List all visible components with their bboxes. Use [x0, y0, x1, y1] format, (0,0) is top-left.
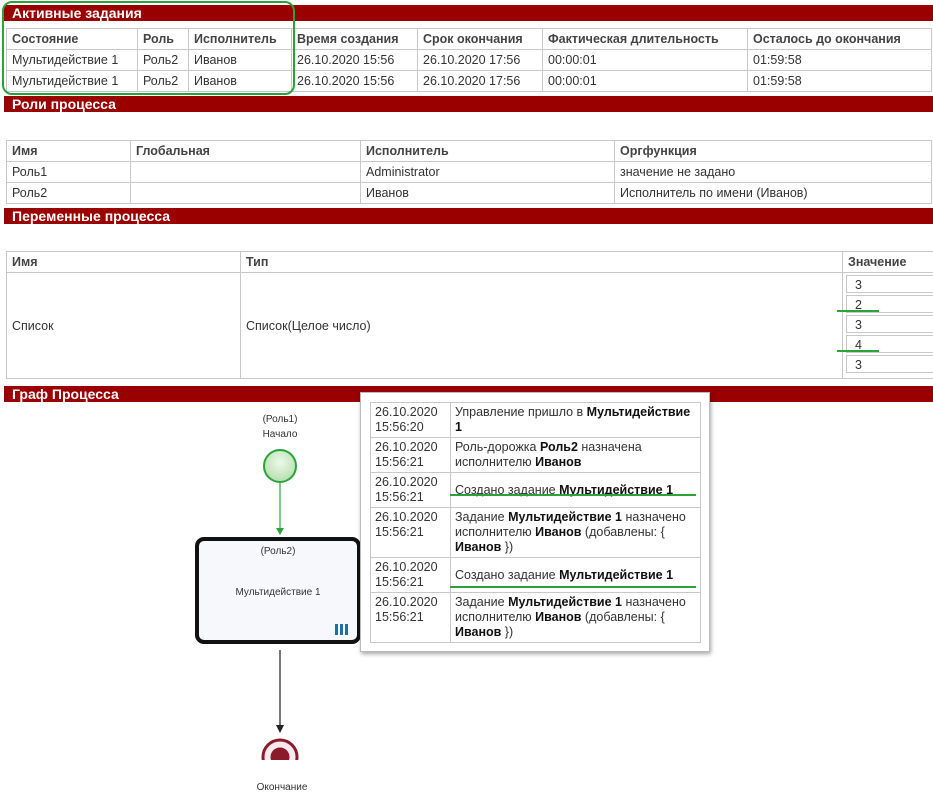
list-item[interactable]: 3	[846, 315, 933, 333]
task-role-label: (Роль2)	[260, 546, 296, 557]
roles-header: Роли процесса	[4, 96, 933, 112]
roles-table: Имя Глобальная Исполнитель Оргфункция Ро…	[6, 140, 932, 204]
history-bold: Роль2	[539, 440, 578, 454]
table-row: 26.10.2020 15:56:21 Задание Мультидействи…	[370, 507, 701, 558]
table-row[interactable]: Роль2 Иванов Исполнитель по имени (Ивано…	[6, 182, 932, 204]
variables-header: Переменные процесса	[4, 208, 933, 224]
annotation-underline	[837, 310, 879, 312]
history-text: (добавлены: {	[581, 525, 665, 539]
table-header-row: Имя Тип Значение	[6, 251, 933, 273]
column-header[interactable]: Время создания	[291, 28, 418, 50]
column-header[interactable]: Значение	[842, 251, 933, 273]
variables-table: Имя Тип Значение Список Список(Целое чис…	[6, 251, 933, 379]
role-executor: Administrator	[360, 161, 615, 183]
multi-instance-icon	[335, 624, 349, 635]
list-item[interactable]: 3	[846, 355, 933, 373]
column-header[interactable]: Осталось до окончания	[747, 28, 932, 50]
task-deadline: 26.10.2020 17:56	[417, 70, 543, 92]
annotation-underline	[450, 586, 696, 588]
task-duration: 00:00:01	[542, 70, 748, 92]
start-event-icon[interactable]	[263, 449, 297, 483]
history-date: 26.10.2020	[375, 405, 438, 419]
history-date: 26.10.2020	[375, 475, 438, 489]
history-bold: Иванов	[535, 455, 582, 469]
table-row: 26.10.2020 15:56:20 Управление пришло в М…	[370, 402, 701, 438]
history-time: 15:56:21	[375, 455, 424, 469]
variable-values: 3 2 3 4 3	[842, 272, 933, 379]
history-time: 15:56:21	[375, 525, 424, 539]
task-deadline: 26.10.2020 17:56	[417, 49, 543, 71]
history-date: 26.10.2020	[375, 595, 438, 609]
column-header[interactable]: Тип	[240, 251, 843, 273]
column-header[interactable]: Срок окончания	[417, 28, 543, 50]
table-row: 26.10.2020 15:56:21 Роль-дорожка Роль2 на…	[370, 437, 701, 473]
history-date: 26.10.2020	[375, 510, 438, 524]
history-tooltip: 26.10.2020 15:56:20 Управление пришло в М…	[360, 392, 710, 652]
history-bold: Иванов	[535, 610, 582, 624]
variable-type: Список(Целое число)	[240, 272, 843, 379]
role-name: Роль1	[6, 161, 131, 183]
role-executor: Иванов	[360, 182, 615, 204]
table-row: 26.10.2020 15:56:21 Создано задание Мульт…	[370, 472, 701, 508]
table-header-row: Имя Глобальная Исполнитель Оргфункция	[6, 140, 932, 162]
table-row: 26.10.2020 15:56:21 Задание Мультидействи…	[370, 592, 701, 643]
history-time: 15:56:20	[375, 420, 424, 434]
multi-action-task-node[interactable]: (Роль2) Мультидействие 1	[195, 537, 361, 644]
arrow-head-icon	[276, 528, 284, 535]
end-label: Окончание	[256, 782, 308, 793]
role-global	[130, 182, 361, 204]
annotation-underline	[450, 494, 696, 496]
history-text: (добавлены: {	[581, 610, 665, 624]
start-role-label: (Роль1)	[262, 414, 298, 425]
column-header[interactable]: Имя	[6, 140, 131, 162]
variable-name: Список	[6, 272, 241, 379]
history-bold: Иванов	[455, 625, 502, 639]
task-remaining: 01:59:58	[747, 49, 932, 71]
history-text: Задание	[455, 595, 509, 609]
table-row[interactable]: Роль1 Administrator значение не задано	[6, 161, 932, 183]
column-header[interactable]: Оргфункция	[614, 140, 932, 162]
history-time: 15:56:21	[375, 490, 424, 504]
history-table: 26.10.2020 15:56:20 Управление пришло в М…	[370, 402, 701, 643]
column-header[interactable]: Исполнитель	[360, 140, 615, 162]
role-orgfunction: значение не задано	[614, 161, 932, 183]
list-item[interactable]: 3	[846, 275, 933, 293]
history-text: Задание	[455, 510, 509, 524]
history-time: 15:56:21	[375, 575, 424, 589]
role-global	[130, 161, 361, 183]
table-row[interactable]: Список Список(Целое число) 3 2 3 4 3	[6, 272, 933, 379]
history-bold: Иванов	[535, 525, 582, 539]
task-label: Мультидействие 1	[235, 587, 321, 598]
history-date: 26.10.2020	[375, 440, 438, 454]
column-header[interactable]: Глобальная	[130, 140, 361, 162]
history-bold: Мультидействие 1	[559, 567, 674, 582]
annotation-underline	[837, 350, 879, 352]
history-text: Роль-дорожка	[455, 440, 540, 454]
arrow-head-icon	[276, 725, 284, 733]
history-bold: Мультидействие 1	[508, 595, 622, 609]
history-bold: Мультидействие 1	[508, 510, 622, 524]
task-remaining: 01:59:58	[747, 70, 932, 92]
role-orgfunction: Исполнитель по имени (Иванов)	[614, 182, 932, 204]
history-text: })	[501, 540, 514, 554]
history-text: Создано задание	[455, 567, 560, 582]
role-name: Роль2	[6, 182, 131, 204]
start-label: Начало	[262, 429, 298, 440]
history-text: })	[501, 625, 514, 639]
task-duration: 00:00:01	[542, 49, 748, 71]
column-header[interactable]: Имя	[6, 251, 241, 273]
history-bold: Иванов	[455, 540, 502, 554]
value-list: 3 2 3 4 3	[846, 275, 933, 373]
history-date: 26.10.2020	[375, 560, 438, 574]
task-created: 26.10.2020 15:56	[291, 70, 418, 92]
task-created: 26.10.2020 15:56	[291, 49, 418, 71]
column-header[interactable]: Фактическая длительность	[542, 28, 748, 50]
history-text: Управление пришло в	[455, 405, 587, 419]
annotation-highlight-box	[2, 1, 295, 95]
history-time: 15:56:21	[375, 610, 424, 624]
